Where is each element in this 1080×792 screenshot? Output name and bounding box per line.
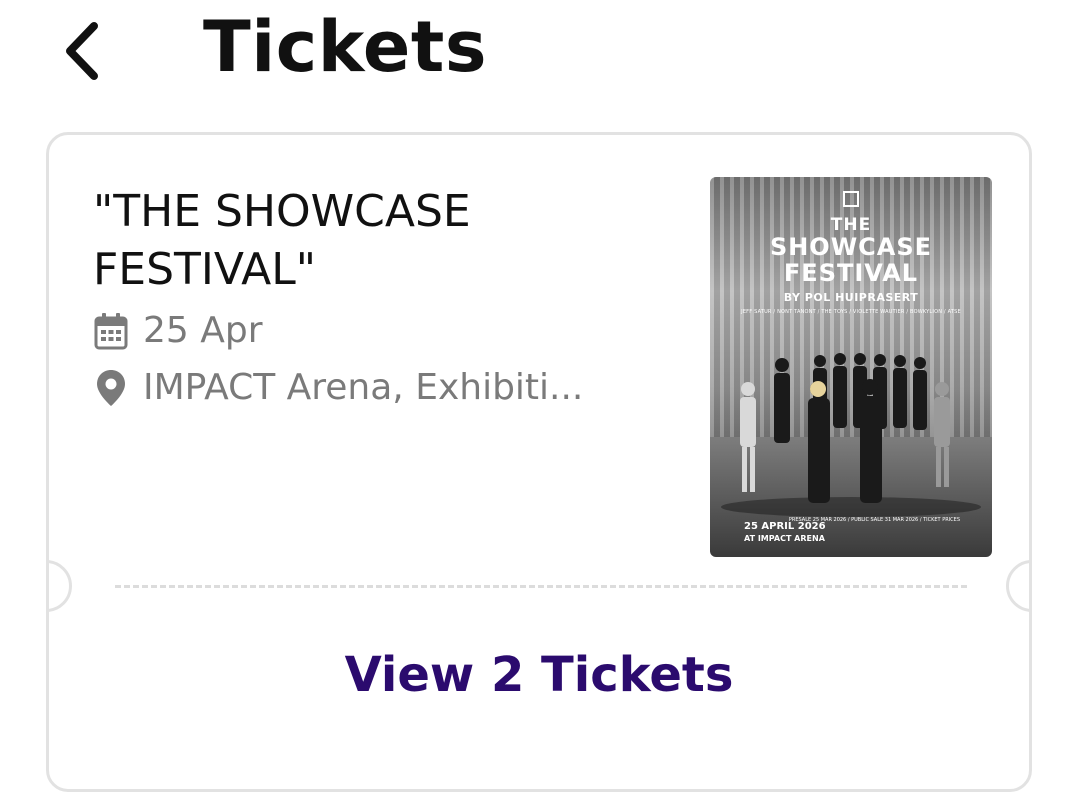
poster-logo-icon (843, 191, 859, 207)
event-title: "THE SHOWCASE FESTIVAL" (93, 186, 471, 295)
ticket-divider (115, 585, 967, 588)
calendar-icon (93, 311, 129, 351)
poster-lineup: JEFF SATUR / NONT TANONT / THE TOYS / VI… (741, 309, 961, 315)
top-bar: Tickets (0, 0, 1080, 110)
view-tickets-button[interactable]: View 2 Tickets (49, 640, 1029, 710)
poster-figures (710, 347, 992, 517)
event-poster: THE SHOWCASE FESTIVAL BY POL HUIPRASERT … (710, 177, 992, 557)
ticket-notch-left (49, 560, 72, 612)
ticket-notch-right (1006, 560, 1029, 612)
location-pin-icon (93, 368, 129, 408)
event-venue-row: IMPACT Arena, Exhibiti... (93, 367, 583, 408)
event-date-row: 25 Apr (93, 310, 263, 351)
poster-title-line2: FESTIVAL (783, 259, 919, 287)
poster-by: BY POL HUIPRASERT (783, 291, 919, 304)
event-venue: IMPACT Arena, Exhibiti... (143, 367, 584, 408)
poster-title-line1: SHOWCASE (769, 233, 933, 261)
poster-venue: AT IMPACT ARENA (744, 534, 825, 543)
back-button[interactable] (52, 18, 112, 88)
ticket-card[interactable]: "THE SHOWCASE FESTIVAL" 25 Apr IMPACT Ar… (46, 132, 1032, 792)
poster-sale-info: PRESALE 25 MAR 2026 / PUBLIC SALE 31 MAR… (788, 517, 960, 523)
chevron-left-icon (62, 20, 102, 86)
event-date: 25 Apr (143, 310, 263, 351)
poster-the: THE (830, 215, 872, 235)
page-title: Tickets (203, 6, 488, 88)
